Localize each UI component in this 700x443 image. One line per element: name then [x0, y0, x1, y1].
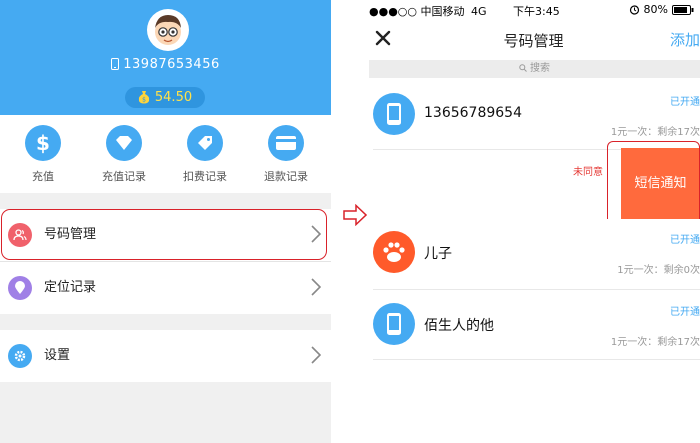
contact-name: 儿子 [424, 246, 452, 262]
add-button[interactable]: 添加 [670, 29, 700, 50]
divider [373, 289, 700, 290]
avatar[interactable] [147, 9, 189, 51]
recharge-history-button[interactable]: 充值记录 [89, 125, 159, 184]
location-pin-icon [8, 276, 32, 300]
battery-info: 80% [629, 3, 694, 16]
contact-row[interactable]: 佰生人的他 已开通 1元一次：剩余17次 [367, 291, 700, 361]
quota-text: 1元一次：剩余0次 [617, 265, 700, 276]
divider [373, 359, 700, 360]
highlight-frame [607, 141, 700, 225]
dollar-icon: $ [25, 125, 61, 161]
refund-history-label: 退款记录 [264, 170, 308, 183]
alarm-icon [629, 5, 639, 15]
menu-label: 设置 [44, 348, 71, 363]
mobile-icon [111, 58, 120, 70]
menu-item-settings[interactable]: 设置 [0, 330, 331, 382]
balance-amount: 54.50 [154, 90, 193, 105]
contact-row[interactable]: 儿子 已开通 1元一次：剩余0次 [367, 219, 700, 289]
status-badge: 已开通 [670, 307, 700, 318]
deduction-history-button[interactable]: 扣费记录 [170, 125, 240, 184]
clock: 下午3:45 [513, 5, 560, 18]
nav-bar: 号码管理 添加 [367, 22, 700, 58]
status-bar: ●●●○○ 中国移动 4G 下午3:45 80% [367, 0, 700, 20]
status-badge: 已开通 [670, 235, 700, 246]
account-phone: 13987653456 [0, 57, 331, 72]
search-icon [519, 64, 527, 72]
paw-icon [373, 231, 415, 273]
recharge-history-label: 充值记录 [102, 170, 146, 183]
arrow-right-icon [343, 204, 367, 226]
search-placeholder: 搜索 [530, 63, 550, 74]
network-type: 4G [471, 5, 487, 18]
phone-icon [373, 303, 415, 345]
svg-text:$: $ [142, 97, 146, 104]
unagreed-label: 未同意 [573, 167, 603, 178]
quota-text: 1元一次：剩余17次 [610, 127, 700, 138]
phone-number: 13987653456 [123, 57, 220, 72]
chevron-right-icon [311, 346, 321, 364]
card-icon [268, 125, 304, 161]
menu-label: 定位记录 [44, 280, 97, 295]
profile-header: 13987653456 $54.50 [0, 0, 331, 115]
gear-icon [8, 344, 32, 368]
battery-percent: 80% [643, 3, 668, 16]
profile-screen: 13987653456 $54.50 $ 充值 充值记录 扣费记录 退款记录 号… [0, 0, 331, 443]
number-management-screen: ●●●○○ 中国移动 4G 下午3:45 80% 号码管理 添加 搜索 1365… [367, 0, 700, 443]
search-input[interactable]: 搜索 [369, 60, 700, 78]
recharge-button[interactable]: $ 充值 [8, 125, 78, 184]
diamond-icon [106, 125, 142, 161]
refund-history-button[interactable]: 退款记录 [251, 125, 321, 184]
battery-icon [672, 4, 694, 15]
price-tag-icon [187, 125, 223, 161]
carrier-info: ●●●○○ 中国移动 4G [369, 3, 487, 19]
balance-badge[interactable]: $54.50 [125, 87, 205, 108]
chevron-right-icon [311, 278, 321, 296]
deduction-history-label: 扣费记录 [183, 170, 227, 183]
carrier: 中国移动 [420, 5, 465, 18]
phone-icon [373, 93, 415, 135]
signal-icon: ●●●○○ [369, 5, 417, 18]
contact-name: 13656789654 [424, 105, 522, 121]
status-badge: 已开通 [670, 97, 700, 108]
page-title: 号码管理 [503, 32, 564, 50]
contact-name: 佰生人的他 [424, 318, 494, 334]
menu-item-location-history[interactable]: 定位记录 [0, 262, 331, 314]
quota-text: 1元一次：剩余17次 [610, 337, 700, 348]
highlight-frame [1, 209, 327, 260]
quick-actions: $ 充值 充值记录 扣费记录 退款记录 [0, 115, 331, 193]
money-bag-icon: $ [138, 91, 150, 104]
recharge-label: 充值 [32, 170, 54, 183]
